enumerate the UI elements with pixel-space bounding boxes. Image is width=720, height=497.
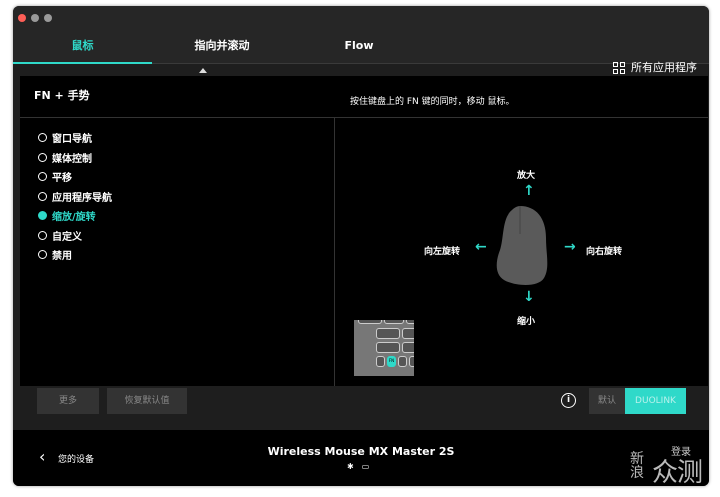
watermark-bottom: 浪: [630, 465, 644, 481]
key: [376, 328, 400, 339]
option-window-nav[interactable]: 窗口导航: [38, 128, 112, 148]
more-button[interactable]: 更多: [37, 388, 99, 414]
option-label: 缩放/旋转: [52, 212, 96, 224]
title-bar: [13, 6, 709, 28]
radio-selected-icon: [38, 211, 47, 221]
app-window: 鼠标 指向并滚动 Flow 所有应用程序 FN + 手势 按住键盘上的 FN 键…: [13, 6, 709, 486]
key: [409, 356, 414, 367]
option-label: 平移: [52, 173, 72, 185]
gesture-up-label: 放大: [517, 171, 536, 181]
panel-description: 按住键盘上的 FN 键的同时，移动 鼠标。: [350, 97, 515, 107]
key: [376, 356, 385, 367]
gesture-panel: FN + 手势 按住键盘上的 FN 键的同时，移动 鼠标。 窗口导航 媒体控制 …: [20, 76, 708, 386]
radio-icon: [38, 191, 47, 201]
minimize-window-button[interactable]: [31, 14, 39, 22]
panel-header: FN + 手势 按住键盘上的 FN 键的同时，移动 鼠标。: [20, 76, 708, 118]
battery-icon: ▭: [361, 462, 370, 471]
key: [402, 342, 414, 353]
arrow-left-icon: ←: [475, 239, 487, 255]
tab-bar: 鼠标 指向并滚动 Flow 所有应用程序: [13, 28, 709, 74]
option-media-control[interactable]: 媒体控制: [38, 148, 112, 168]
arrow-up-icon: ↑: [523, 183, 535, 199]
key: [402, 328, 414, 339]
watermark-text: 新 浪: [630, 452, 644, 480]
option-label: 禁用: [52, 251, 72, 263]
gesture-right-label: 向右旋转: [586, 247, 623, 257]
option-disabled[interactable]: 禁用: [38, 245, 112, 265]
duolink-button[interactable]: DUOLINK: [625, 388, 686, 414]
panel-title: FN + 手势: [34, 89, 90, 102]
radio-icon: [38, 172, 47, 182]
option-custom[interactable]: 自定义: [38, 226, 112, 246]
option-label: 应用程序导航: [52, 192, 112, 204]
zoom-window-button[interactable]: [44, 14, 52, 22]
device-bar: ‹ 您的设备 Wireless Mouse MX Master 2S ✱ ▭ 登…: [13, 430, 709, 486]
fn-key: FN: [387, 356, 396, 367]
arrow-down-icon: ↓: [523, 289, 535, 305]
divider: [334, 118, 335, 386]
tab-caret: [199, 68, 207, 73]
gesture-options: 窗口导航 媒体控制 平移 应用程序导航 缩放/旋转 自定义 禁用: [38, 128, 112, 265]
default-button[interactable]: 默认: [589, 388, 625, 414]
tab-point-scroll[interactable]: 指向并滚动: [152, 28, 292, 64]
device-status: ✱ ▭: [347, 462, 369, 471]
option-label: 媒体控制: [52, 153, 92, 165]
bluetooth-icon: ✱: [347, 462, 354, 471]
key: [406, 320, 414, 324]
key: [358, 320, 382, 324]
keyboard-icon: FN: [354, 320, 414, 376]
action-footer: 更多 恢复默认值 i 默认 DUOLINK: [20, 386, 708, 420]
radio-icon: [38, 230, 47, 240]
watermark-logo: 众测: [652, 458, 703, 488]
option-pan[interactable]: 平移: [38, 167, 112, 187]
device-name: Wireless Mouse MX Master 2S: [267, 445, 455, 458]
key: [384, 320, 404, 324]
gesture-left-label: 向左旋转: [424, 247, 461, 257]
mouse-icon: [496, 206, 548, 285]
grid-icon: [613, 62, 625, 74]
restore-defaults-button[interactable]: 恢复默认值: [107, 388, 187, 414]
option-label: 窗口导航: [52, 134, 92, 146]
radio-icon: [38, 152, 47, 162]
info-icon[interactable]: i: [561, 393, 576, 408]
key: [376, 342, 400, 353]
gesture-down-label: 缩小: [517, 317, 536, 327]
radio-icon: [38, 133, 47, 143]
option-app-nav[interactable]: 应用程序导航: [38, 187, 112, 207]
arrow-right-icon: →: [564, 239, 576, 255]
key: [398, 356, 407, 367]
option-zoom-rotate[interactable]: 缩放/旋转: [38, 206, 112, 226]
option-label: 自定义: [52, 231, 82, 243]
tab-mouse[interactable]: 鼠标: [13, 28, 152, 64]
radio-icon: [38, 250, 47, 260]
watermark-top: 新: [630, 451, 644, 467]
tab-flow[interactable]: Flow: [292, 28, 426, 64]
close-window-button[interactable]: [18, 14, 26, 22]
